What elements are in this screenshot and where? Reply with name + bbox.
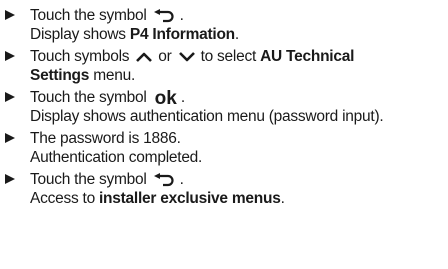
step-3-line-1: Touch the symbol ok. xyxy=(30,88,185,109)
bullet-triangle-icon xyxy=(5,10,15,20)
chevron-up-icon xyxy=(135,51,153,63)
step-1: Touch the symbol. Display shows P4 Infor… xyxy=(0,6,444,44)
step-4: The password is 1886. Authentication com… xyxy=(0,129,444,167)
step-5-line-2: Access to installer exclusive menus. xyxy=(30,190,285,207)
bullet-triangle-icon xyxy=(5,51,15,61)
step-1-line-1: Touch the symbol. xyxy=(30,7,184,24)
step-5-line-1: Touch the symbol. xyxy=(30,171,184,188)
chevron-down-icon xyxy=(178,51,196,63)
bullet-triangle-icon xyxy=(5,174,15,184)
step-3-line-2: Display shows authentication menu (passw… xyxy=(30,108,384,125)
step-3: Touch the symbol ok. Display shows authen… xyxy=(0,88,444,126)
step-2-line-1: Touch symbols or to select AU Technical xyxy=(30,48,355,65)
bullet-triangle-icon xyxy=(5,133,15,143)
step-2: Touch symbols or to select AU Technical Se… xyxy=(0,47,444,85)
step-4-line-2: Authentication completed. xyxy=(30,149,203,166)
step-5: Touch the symbol. Access to installer ex… xyxy=(0,170,444,208)
instruction-steps: Touch the symbol. Display shows P4 Infor… xyxy=(0,6,444,211)
ok-symbol: ok xyxy=(154,88,177,109)
instruction-page: Touch the symbol. Display shows P4 Infor… xyxy=(0,0,448,269)
step-4-line-1: The password is 1886. xyxy=(30,130,181,147)
back-arrow-icon xyxy=(153,8,175,23)
bullet-triangle-icon xyxy=(5,92,15,102)
step-2-line-2: Settings menu. xyxy=(30,67,136,84)
step-1-line-2: Display shows P4 Information. xyxy=(30,26,239,43)
back-arrow-icon xyxy=(153,172,175,187)
